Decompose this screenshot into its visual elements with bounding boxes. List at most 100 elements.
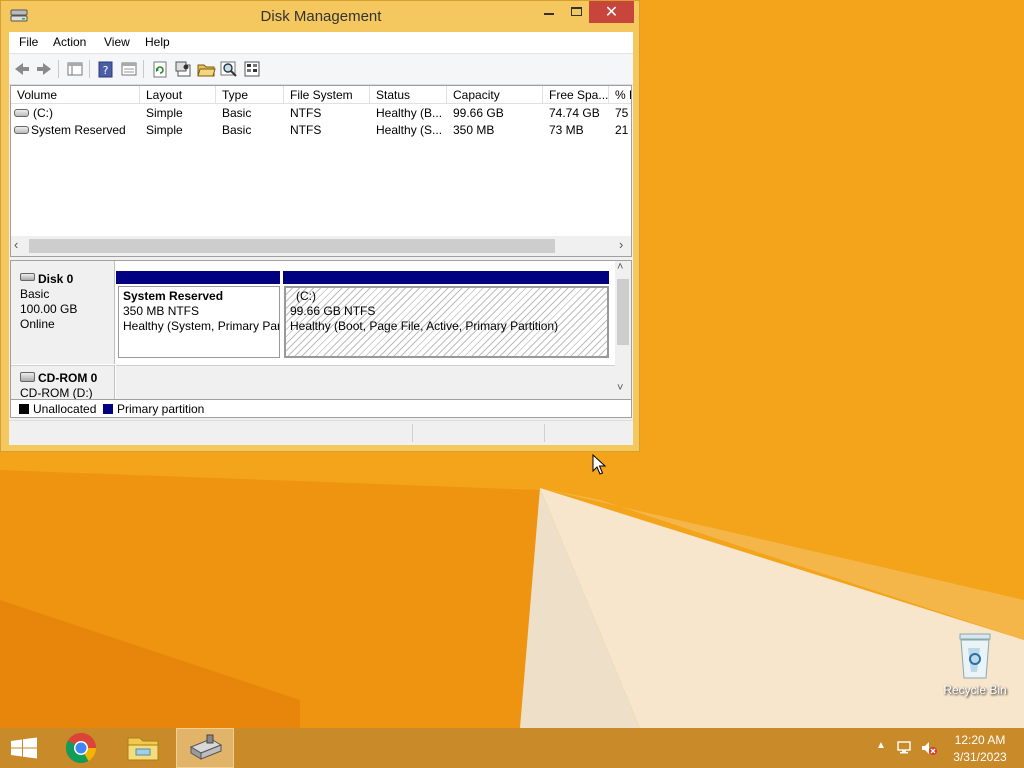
partition-header-system-reserved <box>116 271 280 284</box>
unallocated-swatch <box>19 404 29 414</box>
scroll-thumb[interactable] <box>29 239 555 253</box>
back-icon[interactable] <box>12 59 32 79</box>
show-hidden-icons-icon[interactable]: ▲ <box>876 740 886 751</box>
status-bar <box>9 420 633 445</box>
column-header-capacity[interactable]: Capacity <box>447 86 543 104</box>
disk-management-window: Disk Management ✕ File Action View Help <box>0 0 640 452</box>
search-icon[interactable] <box>219 59 239 79</box>
column-header-volume[interactable]: Volume <box>11 86 140 104</box>
volume-muted-icon[interactable] <box>920 740 938 756</box>
cell-percent-free: 75 <box>615 106 629 120</box>
menu-bar: File Action View Help <box>9 32 633 54</box>
cell-file-system: NTFS <box>290 123 322 137</box>
table-row[interactable]: System Reserved Simple Basic NTFS Health… <box>11 122 631 139</box>
partition-c[interactable]: (C:) 99.66 GB NTFS Healthy (Boot, Page F… <box>284 286 609 358</box>
refresh-icon[interactable] <box>150 59 170 79</box>
maximize-button[interactable] <box>563 1 589 23</box>
scroll-down-icon[interactable]: ˅ <box>617 382 623 394</box>
horizontal-scrollbar[interactable]: ‹ › <box>11 236 631 256</box>
partition-status: Healthy (Boot, Page File, Active, Primar… <box>290 319 559 333</box>
legend-unallocated: Unallocated <box>33 402 97 416</box>
cdrom-name: CD-ROM 0 <box>38 371 98 385</box>
menu-file[interactable]: File <box>19 35 38 49</box>
menu-action[interactable]: Action <box>53 35 86 49</box>
toolbar-separator <box>89 60 90 78</box>
column-header-status[interactable]: Status <box>370 86 447 104</box>
cell-status: Healthy (B... <box>376 106 443 120</box>
properties-icon[interactable] <box>119 59 139 79</box>
disk-layout-panel: Disk 0 Basic 100.00 GB Online System Res… <box>10 260 632 400</box>
network-icon[interactable] <box>896 740 914 756</box>
taskbar: ▲ 12:20 AM 3/31/2023 <box>0 728 1024 768</box>
scroll-up-icon[interactable]: ˄ <box>617 261 623 273</box>
column-header-free-space[interactable]: Free Spa... <box>543 86 609 104</box>
mouse-cursor-icon <box>592 453 608 476</box>
settings-icon[interactable] <box>173 59 193 79</box>
toolbar-separator <box>143 60 144 78</box>
status-divider <box>544 424 545 442</box>
minimize-button[interactable] <box>535 1 563 23</box>
recycle-bin-icon <box>959 633 991 679</box>
clock-time[interactable]: 12:20 AM <box>942 733 1018 747</box>
column-header-layout[interactable]: Layout <box>140 86 216 104</box>
cell-file-system: NTFS <box>290 106 322 120</box>
primary-partition-swatch <box>103 404 113 414</box>
cell-percent-free: 21 <box>615 123 629 137</box>
clock-date[interactable]: 3/31/2023 <box>942 750 1018 764</box>
cell-volume: (C:) <box>33 106 53 120</box>
cell-type: Basic <box>222 123 252 137</box>
disk-0-label[interactable]: Disk 0 Basic 100.00 GB Online <box>11 261 115 364</box>
console-tree-icon[interactable] <box>65 59 85 79</box>
scroll-left-icon[interactable]: ‹ <box>14 237 18 252</box>
start-icon <box>11 737 37 759</box>
close-icon: ✕ <box>604 4 619 21</box>
cdrom-0-area <box>116 365 615 399</box>
scroll-thumb[interactable] <box>617 279 629 345</box>
start-button[interactable] <box>0 728 48 768</box>
column-header-file-system[interactable]: File System <box>284 86 370 104</box>
drive-icon <box>14 109 29 117</box>
partition-size: 350 MB NTFS <box>123 304 200 318</box>
cdrom-0-label[interactable]: CD-ROM 0 CD-ROM (D:) <box>11 365 115 399</box>
table-row[interactable]: (C:) Simple Basic NTFS Healthy (B... 99.… <box>11 105 631 122</box>
open-folder-icon[interactable] <box>196 59 216 79</box>
cell-free-space: 74.74 GB <box>549 106 600 120</box>
close-button[interactable]: ✕ <box>589 1 634 23</box>
drive-icon <box>14 126 29 134</box>
cell-free-space: 73 MB <box>549 123 584 137</box>
minimize-icon <box>544 13 554 15</box>
cdrom-drive: CD-ROM (D:) <box>20 386 93 400</box>
recycle-bin-label: Recycle Bin <box>943 683 1007 697</box>
recycle-bin-shortcut[interactable]: Recycle Bin <box>940 630 1010 700</box>
partition-system-reserved[interactable]: System Reserved 350 MB NTFS Healthy (Sys… <box>118 286 280 358</box>
partition-header-c <box>283 271 609 284</box>
column-header-type[interactable]: Type <box>216 86 284 104</box>
export-icon[interactable] <box>242 59 262 79</box>
cell-layout: Simple <box>146 106 183 120</box>
list-header: Volume Layout Type File System Status Ca… <box>11 86 631 104</box>
partition-size: 99.66 GB NTFS <box>290 304 376 318</box>
taskbar-file-explorer[interactable] <box>114 728 172 768</box>
cell-capacity: 99.66 GB <box>453 106 504 120</box>
forward-icon[interactable] <box>34 59 54 79</box>
disk-management-icon <box>189 734 223 760</box>
title-bar[interactable]: Disk Management ✕ <box>1 1 639 31</box>
disk-0-partitions: System Reserved 350 MB NTFS Healthy (Sys… <box>116 271 615 365</box>
menu-help[interactable]: Help <box>145 35 170 49</box>
cell-volume: System Reserved <box>31 123 126 137</box>
disk-state: Online <box>20 317 55 331</box>
scroll-right-icon[interactable]: › <box>619 237 623 252</box>
column-header-percent-free[interactable]: % F <box>609 86 631 104</box>
taskbar-disk-management[interactable] <box>176 728 234 768</box>
partition-status: Healthy (System, Primary Par <box>123 319 280 333</box>
cell-capacity: 350 MB <box>453 123 495 137</box>
toolbar-separator <box>58 60 59 78</box>
taskbar-chrome[interactable] <box>52 728 110 768</box>
vertical-scrollbar[interactable]: ˄ ˅ <box>615 261 631 399</box>
help-icon[interactable]: ? <box>96 59 116 79</box>
cell-layout: Simple <box>146 123 183 137</box>
window-client-area: File Action View Help ? Volume Layout Ty… <box>9 32 633 445</box>
file-explorer-icon <box>127 737 159 761</box>
disk-size: 100.00 GB <box>20 302 78 316</box>
menu-view[interactable]: View <box>104 35 130 49</box>
